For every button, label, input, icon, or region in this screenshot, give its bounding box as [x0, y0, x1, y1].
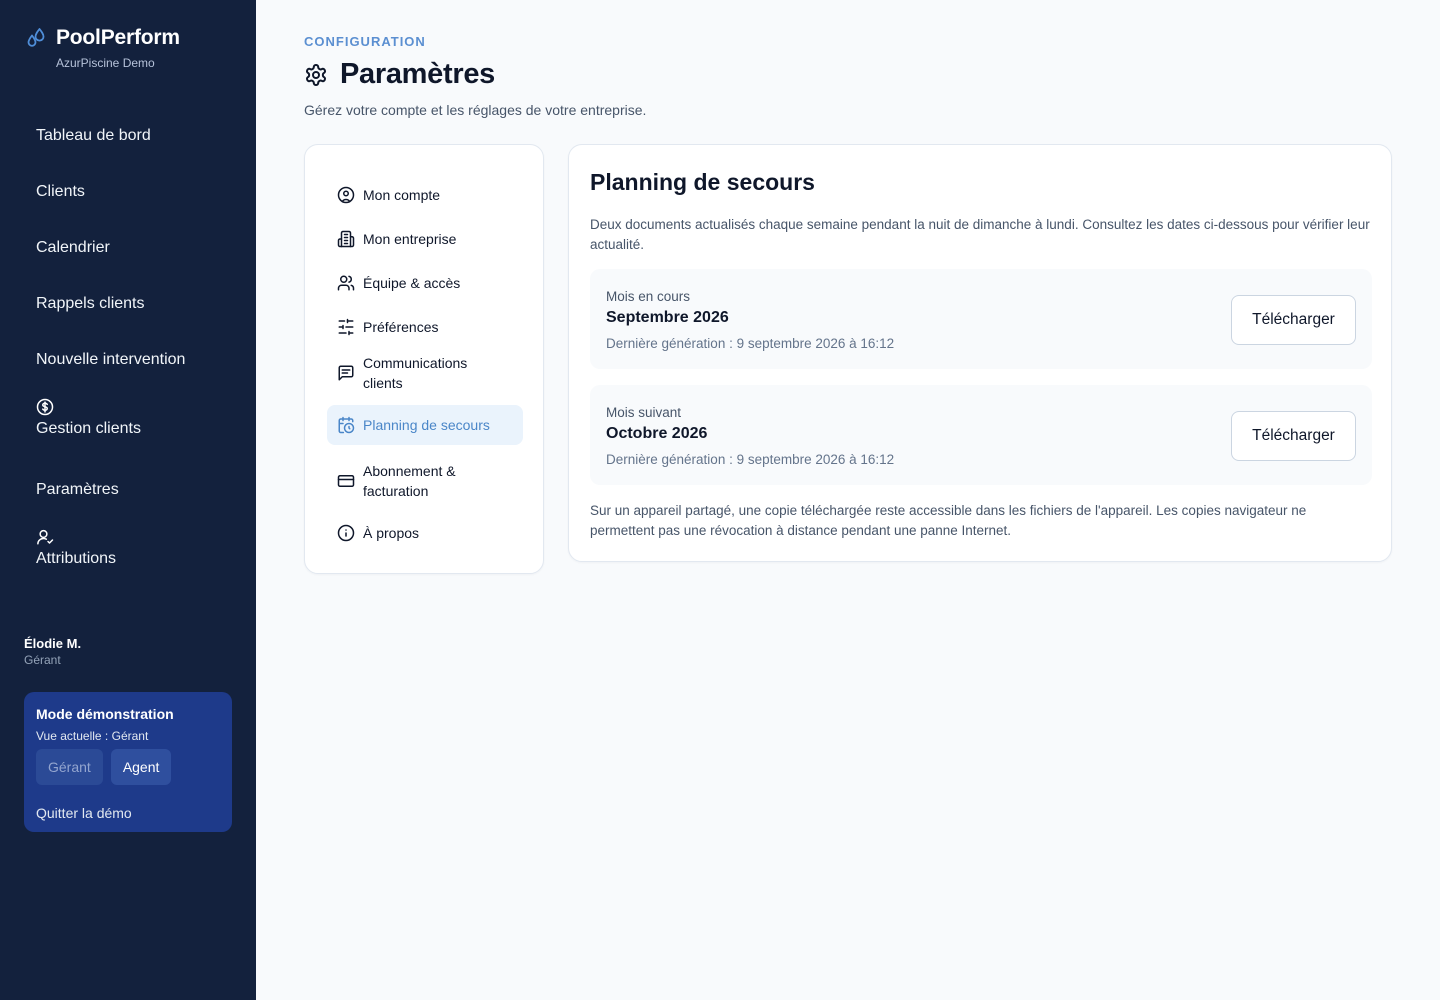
settings-menu: Mon compte Mon entreprise Équipe & accès… [304, 144, 544, 574]
user-role: Gérant [24, 653, 61, 667]
page-subtitle: Gérez votre compte et les réglages de vo… [304, 102, 647, 118]
document-generated-date: Dernière génération : 9 septembre 2026 à… [606, 452, 895, 467]
dollar-circle-icon [36, 398, 54, 416]
settings-item-label: Équipe & accès [363, 275, 461, 291]
demo-manager-button[interactable]: Gérant [36, 749, 103, 785]
settings-item-team[interactable]: Équipe & accès [327, 263, 523, 303]
backup-schedule-card: Planning de secours Deux documents actua… [568, 144, 1392, 562]
settings-item-label: À propos [363, 525, 420, 541]
nav-item-calendar[interactable]: Calendrier [0, 220, 256, 276]
demo-mode-title: Mode démonstration [36, 706, 174, 722]
sidebar: PoolPerform AzurPiscine Demo Tableau de … [0, 0, 256, 1000]
brand-name: PoolPerform [56, 26, 180, 49]
page-title: Paramètres [340, 58, 495, 90]
demo-agent-button[interactable]: Agent [110, 749, 172, 785]
document-row-current-month: Mois en cours Septembre 2026 Dernière gé… [590, 269, 1372, 369]
nav-item-assignments[interactable]: Attributions [0, 518, 256, 592]
info-icon [337, 524, 355, 542]
settings-item-label: Mon compte [363, 187, 441, 203]
settings-item-label: Mon entreprise [363, 231, 457, 247]
message-icon [338, 365, 354, 381]
download-button-next-month[interactable]: Télécharger [1231, 411, 1356, 461]
document-month: Septembre 2026 [606, 309, 729, 326]
document-label: Mois en cours [606, 289, 691, 304]
users-icon [337, 275, 355, 291]
settings-item-preferences[interactable]: Préférences [327, 307, 523, 347]
user-circle-icon [337, 186, 355, 204]
settings-item-label: Abonnement & facturation [363, 463, 456, 499]
settings-item-label: Préférences [363, 319, 439, 335]
settings-item-label: Communications clients [363, 355, 468, 391]
document-label: Mois suivant [606, 405, 682, 420]
document-row-next-month: Mois suivant Octobre 2026 Dernière génér… [590, 385, 1372, 485]
nav-item-client-reminders[interactable]: Rappels clients [0, 276, 256, 332]
calendar-clock-icon [338, 416, 355, 434]
quit-demo-link[interactable]: Quitter la démo [36, 805, 220, 821]
credit-card-icon [337, 475, 355, 487]
card-description: Deux documents actualisés chaque semaine… [590, 217, 1370, 252]
nav-item-label: Gestion clients [36, 420, 141, 437]
demo-role-switch: Gérant Agent [36, 749, 220, 785]
document-generated-date: Dernière génération : 9 septembre 2026 à… [606, 336, 895, 351]
demo-mode-panel: Mode démonstration Vue actuelle : Gérant… [24, 692, 232, 832]
settings-item-billing[interactable]: Abonnement & facturation [327, 457, 523, 505]
nav-item-dashboard[interactable]: Tableau de bord [0, 108, 256, 164]
card-footnote: Sur un appareil partagé, une copie téléc… [590, 503, 1307, 538]
settings-item-label: Planning de secours [363, 417, 490, 433]
page-title-row: Paramètres [304, 58, 495, 91]
main-nav: Tableau de bord Clients Calendrier Rappe… [0, 108, 256, 592]
nav-item-new-intervention[interactable]: Nouvelle intervention [0, 332, 256, 388]
settings-item-backup-schedule[interactable]: Planning de secours [327, 405, 523, 445]
settings-item-account[interactable]: Mon compte [327, 175, 523, 215]
settings-item-company[interactable]: Mon entreprise [327, 219, 523, 259]
current-user: Élodie M. Gérant [24, 636, 81, 667]
user-icon [37, 529, 54, 545]
settings-item-communications[interactable]: Communications clients [327, 349, 523, 397]
user-name: Élodie M. [24, 636, 82, 651]
brand[interactable]: PoolPerform AzurPiscine Demo [24, 26, 180, 70]
download-button-current-month[interactable]: Télécharger [1231, 295, 1356, 345]
demo-current-view: Vue actuelle : Gérant [36, 729, 149, 743]
settings-item-about[interactable]: À propos [327, 513, 523, 553]
page-eyebrow: CONFIGURATION [304, 34, 426, 49]
document-month: Octobre 2026 [606, 425, 708, 442]
nav-item-settings[interactable]: Paramètres [0, 462, 256, 518]
nav-item-clients[interactable]: Clients [0, 164, 256, 220]
nav-item-label: Attributions [36, 550, 117, 567]
brand-subtitle: AzurPiscine Demo [56, 56, 155, 70]
sliders-icon [338, 318, 354, 336]
water-drops-icon [27, 28, 45, 47]
gear-icon [306, 63, 326, 86]
nav-item-client-management[interactable]: Gestion clients [0, 388, 256, 462]
card-title: Planning de secours [590, 169, 815, 195]
building-icon [337, 230, 355, 248]
